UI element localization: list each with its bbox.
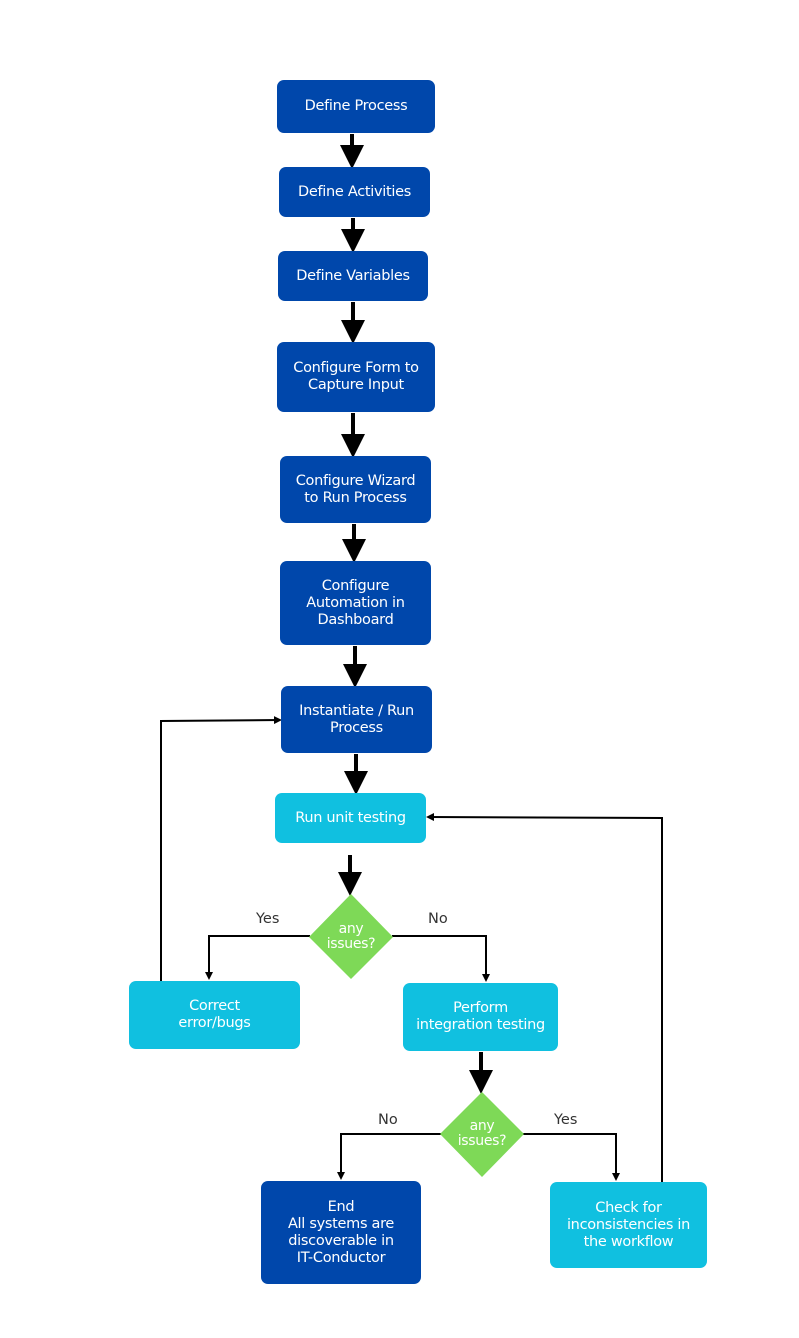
edge-label-d1-yes: Yes [256, 911, 280, 927]
node-run-unit-testing: Run unit testing [275, 793, 426, 843]
edge-label-d2-yes: Yes [554, 1112, 578, 1128]
node-configure-automation: Configure Automation in Dashboard [280, 561, 431, 645]
connector-d1-no [392, 935, 490, 982]
connector-d2-no [337, 1133, 441, 1180]
node-end: End All systems are discoverable in IT-C… [261, 1181, 421, 1284]
connector-d1-yes [205, 935, 310, 980]
node-check-inconsistencies: Check for inconsistencies in the workflo… [550, 1182, 707, 1268]
node-perform-integration: Perform integration testing [403, 983, 558, 1051]
edge-label-d1-no: No [428, 911, 448, 927]
node-configure-form: Configure Form to Capture Input [277, 342, 435, 412]
decision-2-text: any issues? [457, 1118, 507, 1149]
node-define-activities: Define Activities [279, 167, 430, 217]
connector-d2-yes [523, 1133, 620, 1181]
node-configure-wizard: Configure Wizard to Run Process [280, 456, 431, 523]
node-correct-errors: Correct error/bugs [129, 981, 300, 1049]
node-define-variables: Define Variables [278, 251, 428, 301]
node-define-process: Define Process [277, 80, 435, 133]
decision-1-text: any issues? [326, 921, 376, 952]
connector-correct-to-instantiate [160, 716, 282, 981]
node-instantiate-run: Instantiate / Run Process [281, 686, 432, 753]
edge-label-d2-no: No [378, 1112, 398, 1128]
